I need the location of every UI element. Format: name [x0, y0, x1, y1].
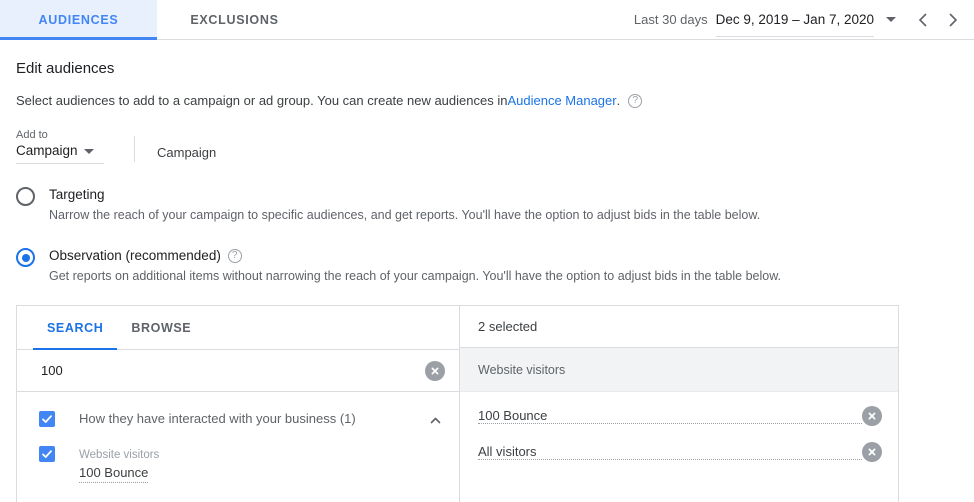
option-targeting-label: Targeting [49, 187, 105, 202]
chevron-right-icon [949, 12, 958, 27]
option-targeting-title: Targeting [49, 186, 760, 204]
date-range-value[interactable]: Dec 9, 2019 – Jan 7, 2020 [715, 3, 874, 37]
search-input[interactable] [39, 362, 425, 379]
radio-observation[interactable] [16, 248, 35, 267]
chevron-down-icon [886, 17, 896, 22]
selected-count: 2 selected [460, 306, 898, 348]
tab-browse[interactable]: BROWSE [117, 306, 205, 349]
audience-picker: SEARCH BROWSE 100 How they have interact… [16, 305, 899, 502]
date-range-control: Last 30 days Dec 9, 2019 – Jan 7, 2020 [634, 0, 974, 39]
search-row [17, 350, 459, 392]
option-targeting[interactable]: Targeting Narrow the reach of your campa… [16, 186, 958, 224]
result-category-row[interactable]: How they have interacted with your busin… [17, 402, 459, 437]
help-circle-icon[interactable]: ? [227, 249, 242, 263]
selected-item-row: 100 Bounce [460, 398, 898, 434]
main-content: Edit audiences Select audiences to add t… [0, 60, 974, 502]
item-checkbox[interactable] [39, 446, 55, 462]
remove-selected-item-button[interactable] [862, 442, 882, 462]
chevron-down-icon [83, 148, 94, 154]
remove-selected-item-button[interactable] [862, 406, 882, 426]
result-item-name[interactable]: 100 Bounce [79, 464, 149, 483]
description-prefix: Select audiences to add to a campaign or… [16, 93, 508, 108]
picker-tab-bar: SEARCH BROWSE [17, 306, 459, 350]
top-tab-bar: AUDIENCES EXCLUSIONS Last 30 days Dec 9,… [0, 0, 974, 40]
selected-item-name[interactable]: All visitors [478, 444, 862, 460]
date-range-dropdown-button[interactable] [874, 0, 908, 40]
next-period-button[interactable] [938, 0, 968, 40]
search-results-list: How they have interacted with your busin… [17, 392, 459, 502]
audience-manager-link[interactable]: Audience Manager [507, 93, 616, 108]
add-to-value: Campaign [16, 143, 78, 158]
help-circle-icon[interactable]: ? [628, 93, 643, 108]
selected-item-name[interactable]: 100 Bounce [478, 408, 862, 424]
add-to-select[interactable]: Add to Campaign [16, 128, 104, 164]
chevron-up-icon [430, 417, 440, 423]
chevron-left-icon [918, 12, 927, 27]
check-icon [42, 450, 52, 458]
radio-targeting[interactable] [16, 187, 35, 206]
page-description: Select audiences to add to a campaign or… [16, 93, 958, 108]
close-icon [431, 367, 439, 374]
description-suffix: . [616, 93, 621, 108]
picker-search-pane: SEARCH BROWSE 100 How they have interact… [17, 306, 460, 502]
add-to-label: Add to [16, 129, 48, 141]
category-checkbox[interactable] [39, 411, 55, 427]
option-observation-title: Observation (recommended) ? [49, 247, 781, 265]
picker-selected-pane: 2 selected Website visitors 100 Bounce A… [460, 306, 898, 502]
add-to-row: Add to Campaign Campaign [16, 126, 958, 164]
collapse-category-button[interactable] [425, 410, 445, 430]
add-to-target-name: Campaign [157, 145, 217, 160]
result-item-text: Website visitors 100 Bounce [79, 444, 445, 483]
tab-exclusions[interactable]: EXCLUSIONS [157, 0, 312, 39]
option-targeting-description: Narrow the reach of your campaign to spe… [49, 208, 761, 222]
result-item-group: Website visitors [79, 449, 160, 461]
result-category-label: How they have interacted with your busin… [79, 411, 356, 426]
date-range-preset: Last 30 days [633, 12, 708, 27]
page-title: Edit audiences [16, 60, 115, 77]
option-observation-label: Observation (recommended) [49, 248, 221, 263]
clear-search-button[interactable] [425, 360, 445, 381]
close-icon [868, 448, 876, 456]
result-item-row[interactable]: Website visitors 100 Bounce [17, 437, 459, 490]
selected-items-list: 100 Bounce All visitors [460, 392, 898, 470]
previous-period-button[interactable] [908, 0, 938, 40]
selected-group-header: Website visitors [460, 348, 898, 392]
tab-audiences[interactable]: AUDIENCES [0, 0, 157, 40]
vertical-divider [134, 136, 135, 162]
tab-search[interactable]: SEARCH [33, 306, 118, 350]
option-observation[interactable]: Observation (recommended) ? Get reports … [16, 247, 958, 285]
check-icon [42, 415, 52, 423]
close-icon [868, 412, 876, 420]
option-observation-description: Get reports on additional items without … [49, 269, 782, 283]
selected-item-row: All visitors [460, 434, 898, 470]
